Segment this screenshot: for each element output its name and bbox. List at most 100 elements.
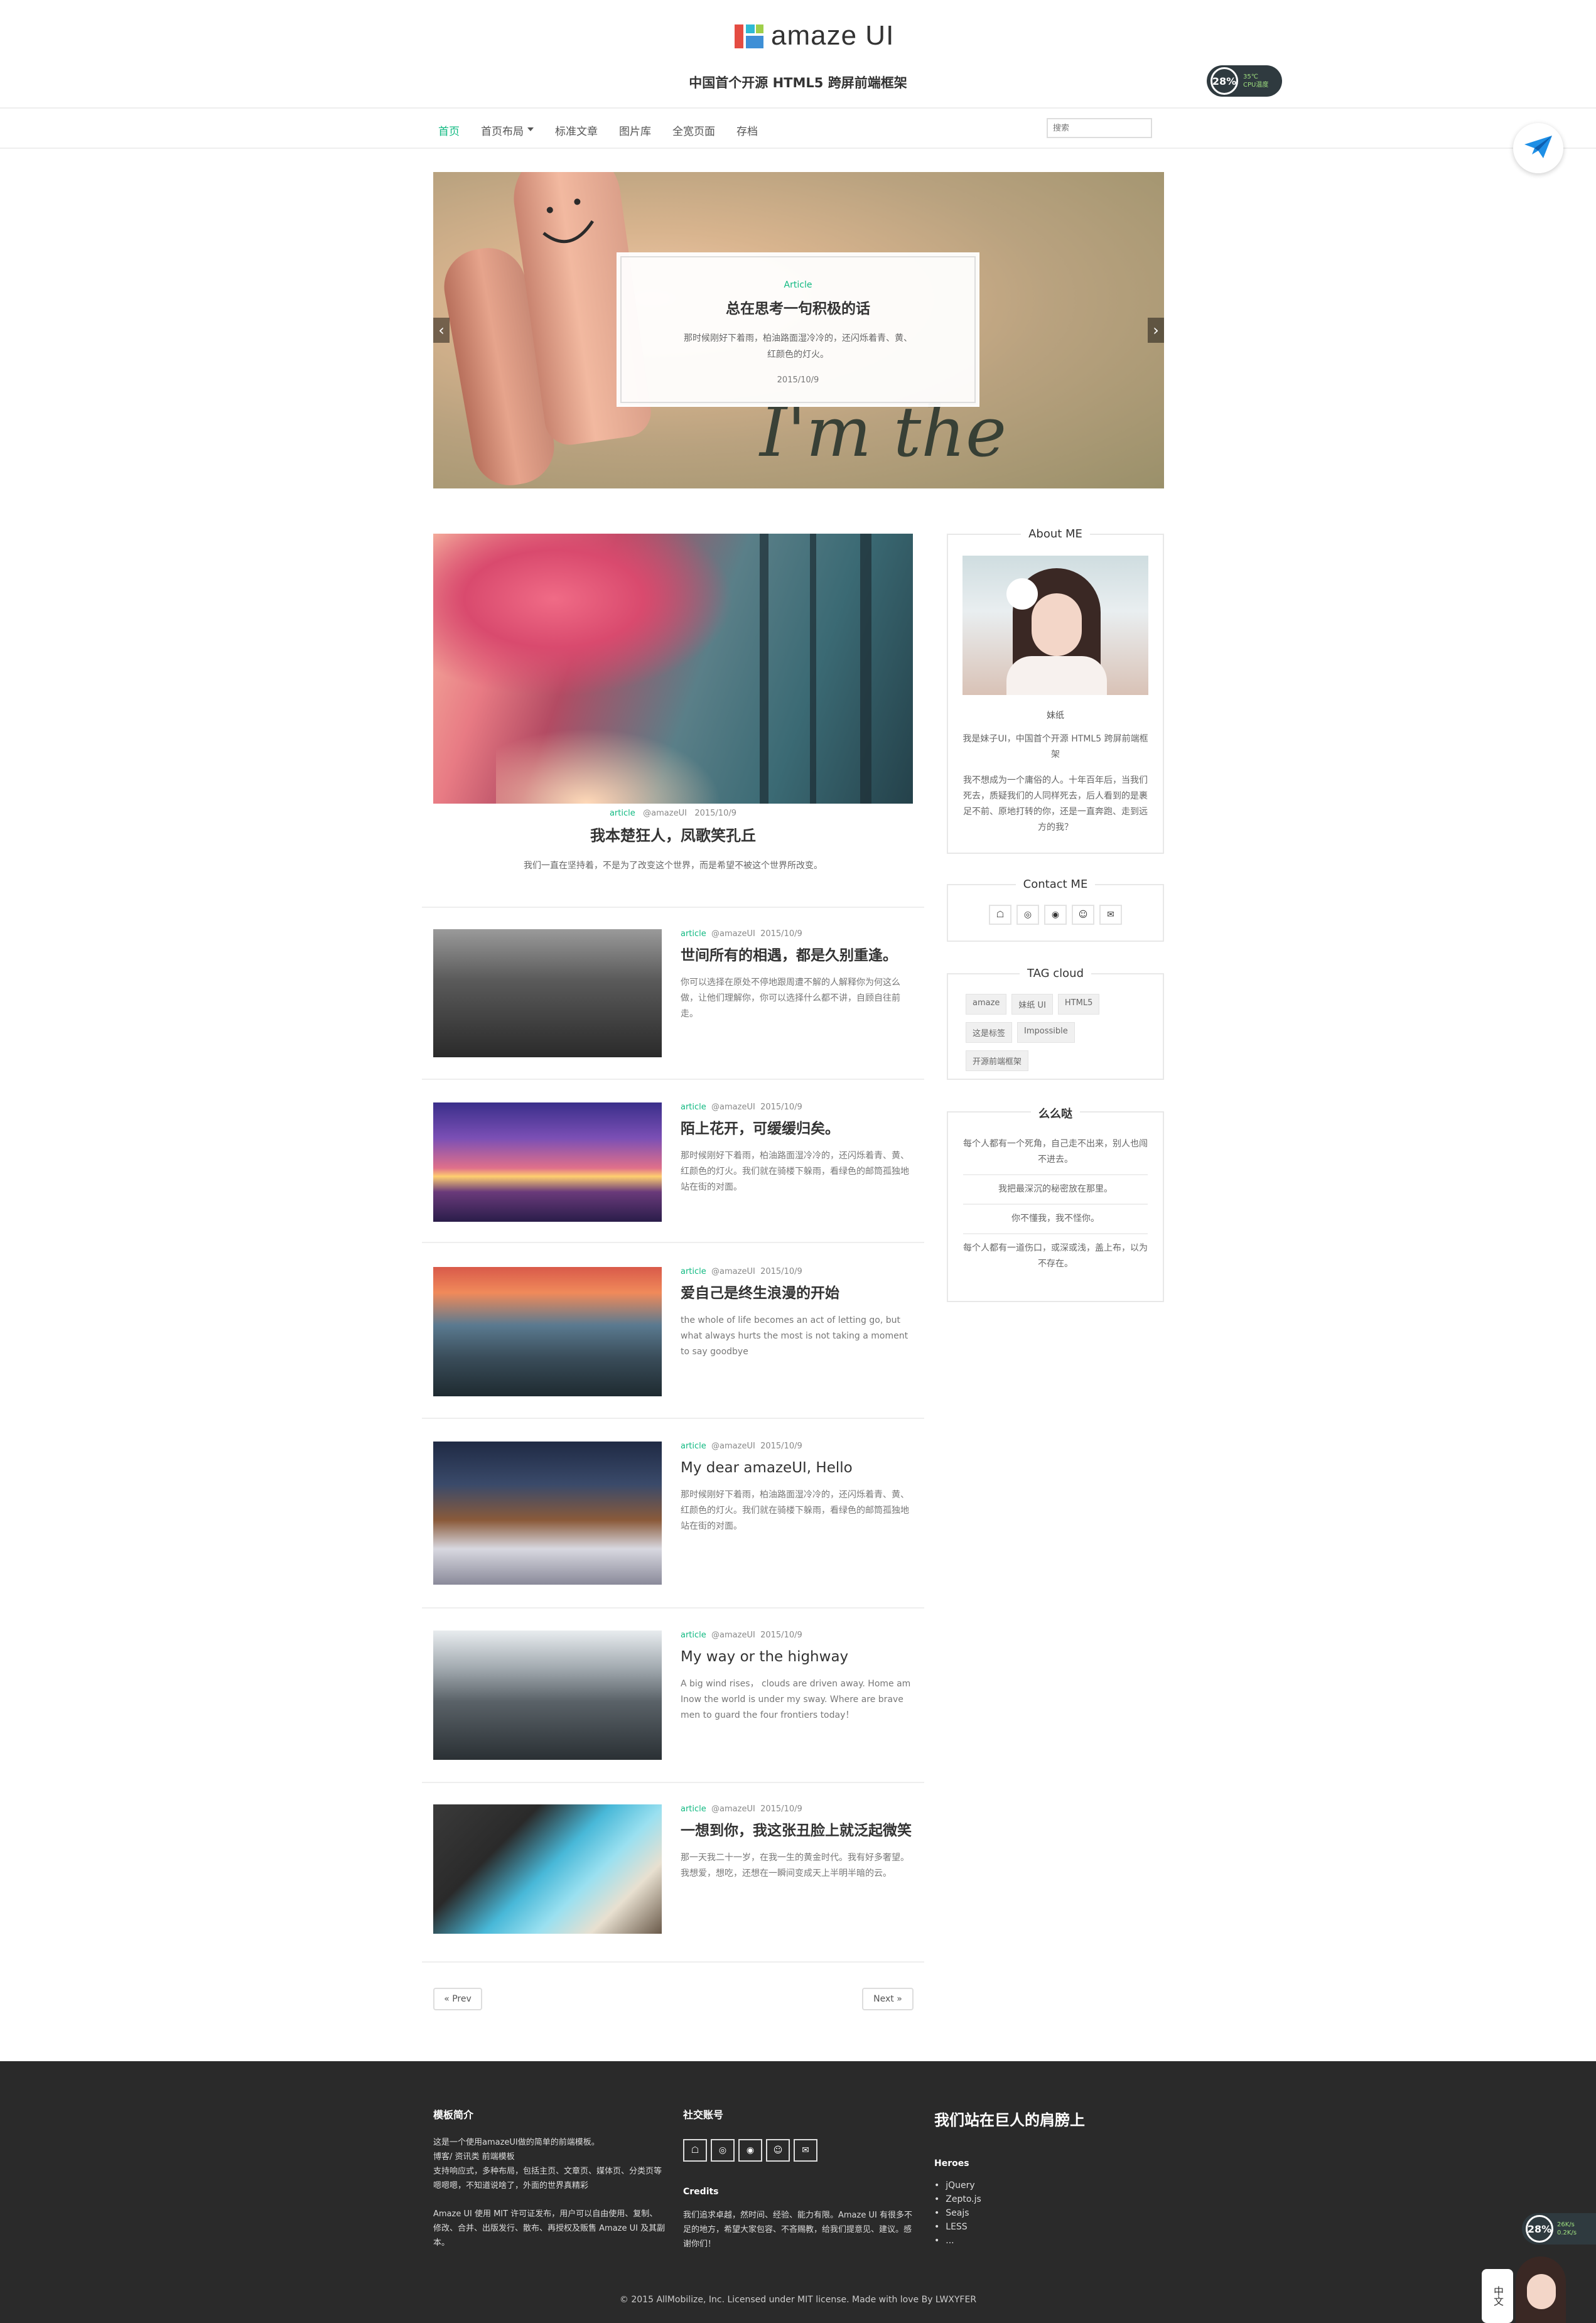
- nav-item-3[interactable]: 图片库: [619, 122, 651, 138]
- post-category[interactable]: article: [681, 1442, 706, 1451]
- post-divider: [422, 1418, 924, 1419]
- post-body: article @amazeUI 2015/10/9 一想到你，我这张丑脸上就泛起…: [681, 1804, 917, 1882]
- hero-item[interactable]: jQuery: [934, 2179, 1185, 2192]
- post-date: 2015/10/9: [760, 1804, 802, 1814]
- footer-social-title: 社交账号: [683, 2109, 724, 2121]
- cpu-monitor-widget[interactable]: 28% 35℃ CPU温度: [1207, 65, 1282, 97]
- post-divider: [422, 907, 924, 908]
- post-title[interactable]: My dear amazeUI, Hello: [681, 1457, 917, 1479]
- slide-desc: 那时候刚好下着雨，柏油路面湿冷冷的，还闪烁着青、黄、红颜色的灯火。: [684, 333, 912, 360]
- slide-title[interactable]: 总在思考一句积极的话: [618, 296, 978, 318]
- site-logo[interactable]: amaze UI: [735, 20, 894, 51]
- post-title[interactable]: My way or the highway: [681, 1646, 917, 1668]
- network-monitor-widget[interactable]: 28% 26K/s 0.2K/s: [1522, 2213, 1596, 2245]
- post-author: @amazeUI: [711, 1804, 755, 1814]
- post-category[interactable]: article: [681, 1804, 706, 1814]
- reddit-icon[interactable]: ☺: [1072, 905, 1094, 925]
- post-category[interactable]: article: [681, 929, 706, 939]
- footer-reddit-icon[interactable]: ☺: [766, 2139, 790, 2162]
- footer-wechat-icon[interactable]: ✉: [794, 2139, 817, 2162]
- footer-qq-icon[interactable]: ☖: [683, 2139, 707, 2162]
- weibo-icon[interactable]: ◉: [1044, 905, 1067, 925]
- tag-item[interactable]: HTML5: [1057, 994, 1100, 1015]
- post-desc: 你可以选择在原处不停地跟周遭不解的人解释你为何这么做，让他们理解你，你可以选择什…: [681, 978, 900, 1019]
- featured-author: @amazeUI: [643, 809, 687, 818]
- site-header: amaze UI 中国首个开源 HTML5 跨屏前端框架 28% 35℃ CPU…: [0, 0, 1596, 109]
- github-icon[interactable]: ◎: [1016, 905, 1039, 925]
- footer-intro-line: 博客/ 资讯类 前端模板: [433, 2152, 515, 2162]
- net-up: 26K/s: [1557, 2221, 1575, 2228]
- prev-page-button[interactable]: « Prev: [433, 1988, 482, 2010]
- tag-cloud-box: TAG cloud amaze 妹纸 UI HTML5 这是标签 Impossible 开…: [947, 967, 1164, 1080]
- post-thumbnail[interactable]: [433, 1102, 662, 1222]
- hero-item[interactable]: Zepto.js: [934, 2192, 1185, 2206]
- post-category[interactable]: article: [681, 1267, 706, 1276]
- post-date: 2015/10/9: [760, 929, 802, 939]
- featured-date: 2015/10/9: [694, 809, 737, 818]
- hero-item[interactable]: Seajs: [934, 2206, 1185, 2220]
- nav-item-5[interactable]: 存档: [736, 122, 758, 138]
- footer-weibo-icon[interactable]: ◉: [738, 2139, 762, 2162]
- post-meta: article @amazeUI 2015/10/9: [681, 929, 917, 939]
- tag-item[interactable]: 这是标签: [966, 1022, 1013, 1043]
- slide-tag: Article: [784, 280, 812, 290]
- main-nav: 首页 首页布局 标准文章 图片库 全宽页面 存档: [0, 110, 1596, 149]
- tag-item[interactable]: 妹纸 UI: [1011, 994, 1053, 1015]
- post-thumbnail[interactable]: [433, 929, 662, 1057]
- footer-intro: 模板简介 这是一个使用amazeUI做的简单的前端模板。 博客/ 资讯类 前端模板…: [433, 2106, 666, 2250]
- slider-prev-button[interactable]: ‹: [433, 318, 450, 343]
- tag-item[interactable]: Impossible: [1017, 1022, 1075, 1043]
- post-body: article @amazeUI 2015/10/9 世间所有的相遇，都是久别重逢…: [681, 929, 917, 1022]
- nav-item-0[interactable]: 首页: [438, 122, 460, 138]
- nav-item-1[interactable]: 首页布局: [481, 122, 524, 138]
- slide-caption[interactable]: Article 总在思考一句积极的话 那时候刚好下着雨，柏油路面湿冷冷的，还闪烁…: [617, 252, 979, 407]
- post-title[interactable]: 一想到你，我这张丑脸上就泛起微笑: [681, 1820, 917, 1841]
- tag-item[interactable]: amaze: [966, 994, 1007, 1015]
- about-title: About ME: [1021, 527, 1090, 541]
- hero-item[interactable]: ...: [934, 2234, 1185, 2248]
- post-author: @amazeUI: [711, 1630, 755, 1640]
- post-category[interactable]: article: [681, 1102, 706, 1112]
- slider-next-button[interactable]: ›: [1148, 318, 1164, 343]
- post-author: @amazeUI: [711, 1442, 755, 1451]
- bird-float-icon[interactable]: [1513, 123, 1563, 173]
- featured-category[interactable]: article: [610, 809, 635, 818]
- featured-meta: article @amazeUI 2015/10/9: [433, 809, 913, 818]
- featured-title[interactable]: 我本楚狂人，凤歌笑孔丘: [433, 823, 913, 845]
- tag-item[interactable]: 开源前端框架: [966, 1050, 1029, 1071]
- about-text: 我不想成为一个庸俗的人。十年百年后，当我们死去，质疑我们的人同样死去，后人看到的…: [963, 775, 1148, 833]
- hero-item[interactable]: LESS: [934, 2220, 1185, 2234]
- search-input[interactable]: [1047, 118, 1152, 138]
- quote-item: 我把最深沉的秘密放在那里。: [963, 1175, 1148, 1205]
- post-author: @amazeUI: [711, 929, 755, 939]
- featured-image[interactable]: [433, 534, 913, 804]
- footer-social-icons: ☖ ◎ ◉ ☺ ✉: [683, 2139, 915, 2162]
- post-author: @amazeUI: [711, 1102, 755, 1112]
- post-title[interactable]: 陌上花开，可缓缓归矣。: [681, 1118, 917, 1140]
- nav-item-4[interactable]: 全宽页面: [672, 122, 715, 138]
- post-date: 2015/10/9: [760, 1102, 802, 1112]
- tag-cloud-title: TAG cloud: [1019, 967, 1091, 980]
- slide-date: 2015/10/9: [777, 375, 819, 385]
- quotes-box: 么么哒 每个人都有一个死角，自己走不出来，别人也闯不进去。 我把最深沉的秘密放在那…: [947, 1108, 1164, 1302]
- nav-item-2[interactable]: 标准文章: [555, 122, 598, 138]
- next-page-button[interactable]: Next »: [862, 1988, 914, 2010]
- wechat-icon[interactable]: ✉: [1099, 905, 1122, 925]
- qq-icon[interactable]: ☖: [989, 905, 1011, 925]
- nav-items: 首页 首页布局 标准文章 图片库 全宽页面 存档: [438, 122, 779, 138]
- post-title[interactable]: 爱自己是终生浪漫的开始: [681, 1283, 917, 1304]
- post-category[interactable]: article: [681, 1630, 706, 1640]
- contact-title: Contact ME: [1015, 878, 1096, 891]
- post-thumbnail[interactable]: [433, 1267, 662, 1396]
- copyright: © 2015 AllMobilize, Inc. Licensed under …: [619, 2295, 977, 2305]
- hero-slider[interactable]: I'm the young Article 总在思考一句积极的话 那时候刚好下着…: [433, 172, 1164, 488]
- post-thumbnail[interactable]: [433, 1442, 662, 1585]
- quote-item: 你不懂我，我不怪你。: [963, 1205, 1148, 1234]
- post-title[interactable]: 世间所有的相遇，都是久别重逢。: [681, 945, 917, 966]
- post-date: 2015/10/9: [760, 1630, 802, 1640]
- about-me-box: About ME 妹纸 我是妹子UI，中国首个开源 HTML5 跨屏前端框架 我…: [947, 527, 1164, 854]
- footer-github-icon[interactable]: ◎: [711, 2139, 735, 2162]
- post-thumbnail[interactable]: [433, 1804, 662, 1934]
- mascot-widget[interactable]: 中文: [1482, 2256, 1570, 2323]
- post-thumbnail[interactable]: [433, 1630, 662, 1760]
